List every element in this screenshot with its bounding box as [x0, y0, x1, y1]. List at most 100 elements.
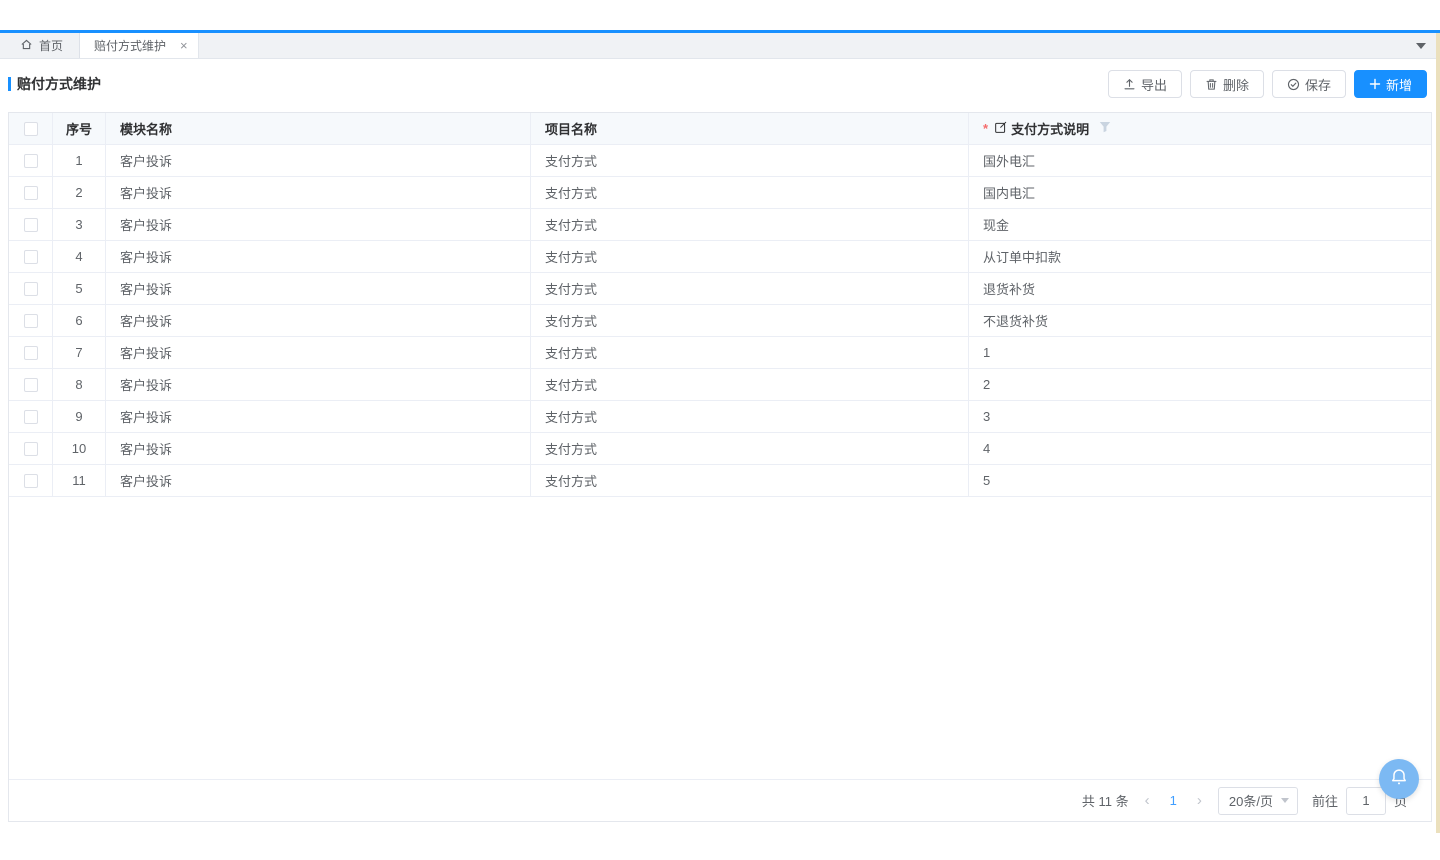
row-checkbox[interactable]	[24, 282, 38, 296]
prev-page-icon[interactable]: ‹	[1143, 792, 1152, 809]
header-project: 项目名称	[531, 113, 969, 144]
row-checkbox[interactable]	[24, 442, 38, 456]
row-project: 支付方式	[531, 369, 969, 400]
row-checkbox-cell	[9, 209, 53, 240]
table-row[interactable]: 8 客户投诉 支付方式 2	[9, 369, 1431, 401]
row-project: 支付方式	[531, 273, 969, 304]
row-desc[interactable]: 国内电汇	[969, 177, 1431, 208]
row-desc[interactable]: 退货补货	[969, 273, 1431, 304]
page-size-select[interactable]: 20条/页	[1218, 787, 1298, 815]
row-index: 3	[53, 209, 106, 240]
row-desc[interactable]: 2	[969, 369, 1431, 400]
row-desc[interactable]: 不退货补货	[969, 305, 1431, 336]
row-checkbox[interactable]	[24, 314, 38, 328]
delete-button[interactable]: 删除	[1190, 70, 1264, 98]
title-accent-bar	[8, 77, 11, 91]
row-desc[interactable]: 国外电汇	[969, 145, 1431, 176]
row-index: 11	[53, 465, 106, 496]
table-row[interactable]: 6 客户投诉 支付方式 不退货补货	[9, 305, 1431, 337]
row-module: 客户投诉	[106, 209, 531, 240]
row-checkbox[interactable]	[24, 474, 38, 488]
select-all-checkbox[interactable]	[24, 122, 38, 136]
table-row[interactable]: 3 客户投诉 支付方式 现金	[9, 209, 1431, 241]
page-size-value: 20条/页	[1229, 791, 1273, 810]
row-desc[interactable]: 3	[969, 401, 1431, 432]
header-index: 序号	[53, 113, 106, 144]
row-checkbox[interactable]	[24, 250, 38, 264]
tab-home-label: 首页	[39, 37, 63, 54]
row-project: 支付方式	[531, 241, 969, 272]
row-checkbox-cell	[9, 273, 53, 304]
next-page-icon[interactable]: ›	[1195, 792, 1204, 809]
page-number[interactable]: 1	[1166, 793, 1181, 808]
row-checkbox[interactable]	[24, 378, 38, 392]
row-desc[interactable]: 从订单中扣款	[969, 241, 1431, 272]
row-checkbox[interactable]	[24, 154, 38, 168]
table-body: 1 客户投诉 支付方式 国外电汇 2 客户投诉 支付方式 国内电汇 3 客户投诉…	[9, 145, 1431, 497]
row-module: 客户投诉	[106, 273, 531, 304]
pagination-bar: 共 11 条 ‹ 1 › 20条/页 前往 页	[9, 779, 1431, 821]
row-module: 客户投诉	[106, 369, 531, 400]
delete-icon	[1205, 78, 1218, 91]
row-index: 10	[53, 433, 106, 464]
row-desc[interactable]: 1	[969, 337, 1431, 368]
row-project: 支付方式	[531, 465, 969, 496]
table-row[interactable]: 9 客户投诉 支付方式 3	[9, 401, 1431, 433]
right-edge-strip	[1436, 33, 1440, 833]
row-index: 8	[53, 369, 106, 400]
row-module: 客户投诉	[106, 401, 531, 432]
row-index: 7	[53, 337, 106, 368]
table-row[interactable]: 11 客户投诉 支付方式 5	[9, 465, 1431, 497]
close-icon[interactable]: ×	[180, 39, 188, 52]
row-checkbox[interactable]	[24, 346, 38, 360]
row-desc[interactable]: 4	[969, 433, 1431, 464]
filter-icon[interactable]	[1099, 121, 1111, 136]
save-button[interactable]: 保存	[1272, 70, 1346, 98]
export-icon	[1123, 78, 1136, 91]
row-module: 客户投诉	[106, 305, 531, 336]
table-row[interactable]: 10 客户投诉 支付方式 4	[9, 433, 1431, 465]
page-title: 赔付方式维护	[17, 74, 101, 94]
save-check-icon	[1287, 78, 1300, 91]
tabbar-chevron-down-icon[interactable]	[1416, 43, 1426, 49]
row-index: 5	[53, 273, 106, 304]
table-row[interactable]: 4 客户投诉 支付方式 从订单中扣款	[9, 241, 1431, 273]
home-icon	[20, 38, 33, 54]
row-module: 客户投诉	[106, 177, 531, 208]
row-checkbox-cell	[9, 369, 53, 400]
goto-page-input[interactable]	[1346, 787, 1386, 815]
row-project: 支付方式	[531, 145, 969, 176]
table-panel: 序号 模块名称 项目名称 * 支付方式说明	[8, 112, 1432, 822]
save-button-label: 保存	[1305, 75, 1331, 94]
row-project: 支付方式	[531, 433, 969, 464]
table-row[interactable]: 1 客户投诉 支付方式 国外电汇	[9, 145, 1431, 177]
row-project: 支付方式	[531, 401, 969, 432]
table-row[interactable]: 2 客户投诉 支付方式 国内电汇	[9, 177, 1431, 209]
row-project: 支付方式	[531, 337, 969, 368]
row-checkbox-cell	[9, 177, 53, 208]
tab-current-page[interactable]: 赔付方式维护 ×	[80, 33, 199, 58]
row-checkbox[interactable]	[24, 186, 38, 200]
export-button[interactable]: 导出	[1108, 70, 1182, 98]
row-checkbox-cell	[9, 465, 53, 496]
row-index: 4	[53, 241, 106, 272]
table-row[interactable]: 7 客户投诉 支付方式 1	[9, 337, 1431, 369]
notification-fab[interactable]	[1379, 759, 1419, 799]
row-desc[interactable]: 现金	[969, 209, 1431, 240]
table-row[interactable]: 5 客户投诉 支付方式 退货补货	[9, 273, 1431, 305]
add-button[interactable]: 新增	[1354, 70, 1427, 98]
row-checkbox-cell	[9, 337, 53, 368]
row-checkbox[interactable]	[24, 218, 38, 232]
row-checkbox[interactable]	[24, 410, 38, 424]
row-module: 客户投诉	[106, 145, 531, 176]
header-desc: * 支付方式说明	[969, 113, 1431, 144]
row-checkbox-cell	[9, 305, 53, 336]
row-desc[interactable]: 5	[969, 465, 1431, 496]
export-button-label: 导出	[1141, 75, 1167, 94]
tab-current-label: 赔付方式维护	[94, 37, 166, 54]
screen: 首页 赔付方式维护 × 赔付方式维护 导出	[0, 0, 1440, 860]
tab-home[interactable]: 首页	[0, 33, 80, 58]
header-module: 模块名称	[106, 113, 531, 144]
tab-bar: 首页 赔付方式维护 ×	[0, 33, 1440, 59]
row-checkbox-cell	[9, 433, 53, 464]
